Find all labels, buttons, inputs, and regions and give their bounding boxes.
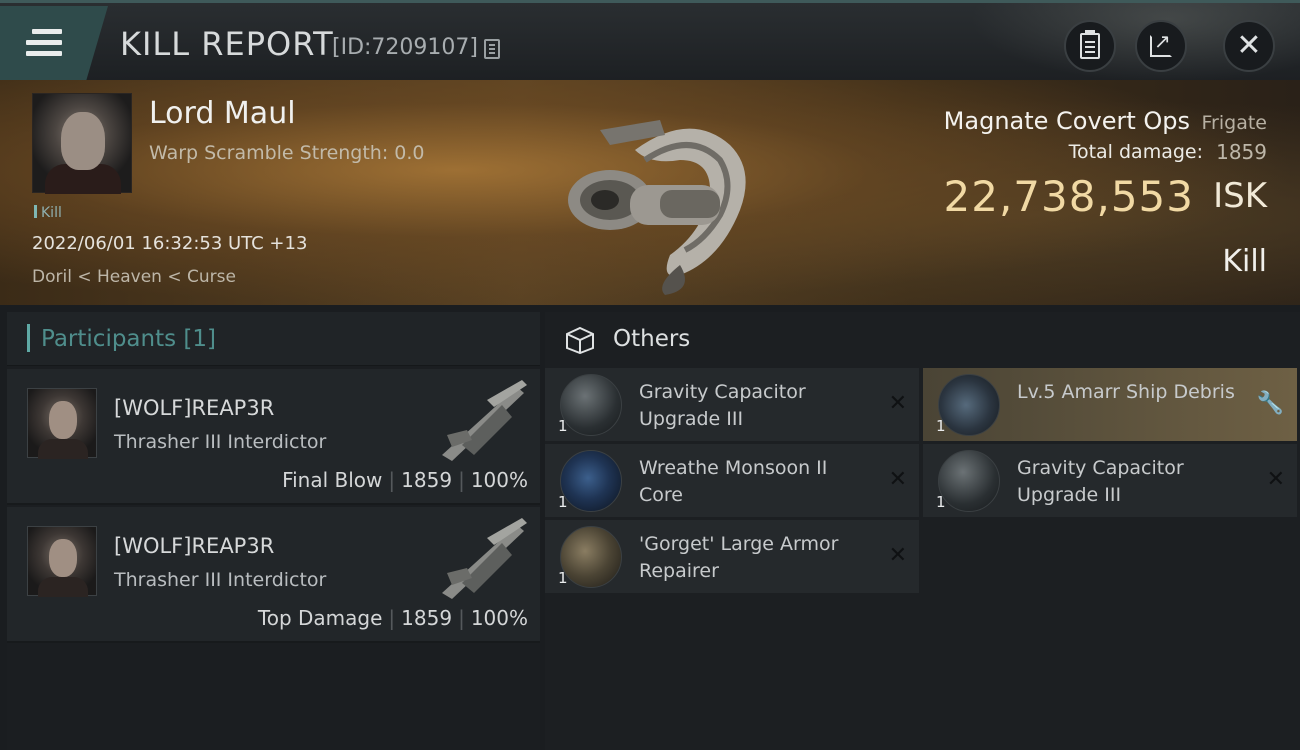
item-quantity: 1 xyxy=(936,417,946,435)
isk-label: ISK xyxy=(1213,176,1267,216)
participant-stats: Final Blow | 1859 | 100% xyxy=(282,468,528,492)
armor-repairer-icon xyxy=(560,526,622,588)
core-icon xyxy=(560,450,622,512)
close-button[interactable]: ✕ xyxy=(1223,20,1275,72)
item-name: Lv.5 Amarr Ship Debris xyxy=(1017,381,1235,403)
kill-location[interactable]: Doril < Heaven < Curse xyxy=(32,267,236,287)
item-slot[interactable]: 1 'Gorget' Large Armor Repairer ✕ xyxy=(545,520,919,593)
cargo-box-icon xyxy=(566,326,594,354)
item-slot[interactable]: 1 Lv.5 Amarr Ship Debris 🔧 xyxy=(923,368,1297,441)
victim-ship-class: Frigate xyxy=(1201,112,1267,134)
kill-tag: Kill xyxy=(34,205,62,221)
victim-avatar[interactable] xyxy=(32,93,132,194)
others-title: Others xyxy=(613,326,691,352)
destroyed-x-icon: ✕ xyxy=(1266,467,1285,492)
item-quantity: 1 xyxy=(558,493,568,511)
kill-summary-banner: Lord Maul Warp Scramble Strength: 0.0 Ki… xyxy=(0,80,1300,305)
participant-damage: 1859 xyxy=(401,606,453,630)
others-panel: Others 1 Gravity Capacitor Upgrade III ✕… xyxy=(545,312,1300,750)
item-slot[interactable]: 1 Wreathe Monsoon II Core ✕ xyxy=(545,444,919,517)
participant-name[interactable]: [WOLF]REAP3R xyxy=(114,534,274,558)
participant-row[interactable]: [WOLF]REAP3R Thrasher III Interdictor Fi… xyxy=(7,369,540,505)
participant-name[interactable]: [WOLF]REAP3R xyxy=(114,396,274,420)
close-icon: ✕ xyxy=(1236,28,1262,63)
item-slot[interactable]: 1 Gravity Capacitor Upgrade III ✕ xyxy=(923,444,1297,517)
participant-stats: Top Damage | 1859 | 100% xyxy=(257,606,528,630)
participant-role: Final Blow xyxy=(282,468,383,492)
hamburger-icon[interactable] xyxy=(26,29,62,59)
header-bar: KILL REPORT [ID:7209107] ✕ xyxy=(0,0,1300,83)
participant-avatar[interactable] xyxy=(27,526,97,597)
item-name: 'Gorget' Large Armor Repairer xyxy=(639,533,839,582)
capacitor-upgrade-icon xyxy=(560,374,622,436)
destroyed-x-icon: ✕ xyxy=(888,467,907,492)
participant-damage: 1859 xyxy=(401,468,453,492)
victim-name[interactable]: Lord Maul xyxy=(149,96,296,131)
total-damage-label: Total damage: xyxy=(1068,141,1203,163)
kill-timestamp: 2022/06/01 16:32:53 UTC +13 xyxy=(32,233,308,254)
isk-value: 22,738,553 xyxy=(943,172,1194,221)
share-button[interactable] xyxy=(1135,20,1187,72)
victim-ship-image[interactable] xyxy=(540,90,770,300)
item-quantity: 1 xyxy=(558,569,568,587)
participant-row[interactable]: [WOLF]REAP3R Thrasher III Interdictor To… xyxy=(7,507,540,643)
capacitor-upgrade-icon xyxy=(938,450,1000,512)
menu-button[interactable] xyxy=(0,6,108,80)
item-name: Gravity Capacitor Upgrade III xyxy=(1017,457,1184,506)
item-quantity: 1 xyxy=(936,493,946,511)
result-label: Kill xyxy=(1222,244,1267,279)
participants-title: Participants [1] xyxy=(41,326,216,352)
page-title: KILL REPORT xyxy=(120,25,334,63)
participant-ship: Thrasher III Interdictor xyxy=(114,431,327,453)
total-damage-value: 1859 xyxy=(1216,140,1267,164)
wrench-icon[interactable]: 🔧 xyxy=(1257,391,1284,416)
item-name: Gravity Capacitor Upgrade III xyxy=(639,381,806,430)
share-icon xyxy=(1150,29,1172,57)
warp-scramble-strength: Warp Scramble Strength: 0.0 xyxy=(149,142,425,164)
others-header: Others xyxy=(545,312,1300,366)
destroyed-x-icon: ✕ xyxy=(888,391,907,416)
item-name: Wreathe Monsoon II Core xyxy=(639,457,828,506)
participant-ship-image xyxy=(442,380,527,461)
copy-icon[interactable] xyxy=(484,39,500,59)
participant-avatar[interactable] xyxy=(27,388,97,459)
ship-debris-icon xyxy=(938,374,1000,436)
participant-role: Top Damage xyxy=(257,606,383,630)
report-id: [ID:7209107] xyxy=(332,35,478,60)
destroyed-x-icon: ✕ xyxy=(888,543,907,568)
participants-panel: Participants [1] [WOLF]REAP3R Thrasher I… xyxy=(7,312,540,750)
victim-ship-name[interactable]: Magnate Covert Ops xyxy=(944,107,1190,135)
participant-ship-image xyxy=(442,518,527,599)
participant-percent: 100% xyxy=(470,606,528,630)
participants-header: Participants [1] xyxy=(7,312,540,366)
clipboard-button[interactable] xyxy=(1064,20,1116,72)
item-slot[interactable]: 1 Gravity Capacitor Upgrade III ✕ xyxy=(545,368,919,441)
clipboard-icon xyxy=(1080,30,1100,59)
item-quantity: 1 xyxy=(558,417,568,435)
participant-ship: Thrasher III Interdictor xyxy=(114,569,327,591)
participant-percent: 100% xyxy=(470,468,528,492)
